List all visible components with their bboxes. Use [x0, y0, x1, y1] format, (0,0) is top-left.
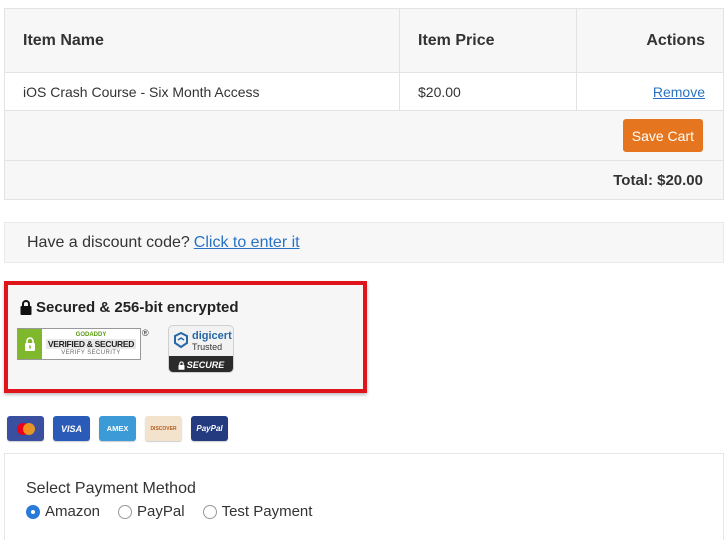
discount-link[interactable]: Click to enter it — [194, 234, 300, 252]
item-name: iOS Crash Course - Six Month Access — [5, 73, 400, 110]
paypal-icon: PayPal — [191, 416, 228, 441]
security-title-text: Secured & 256-bit encrypted — [36, 299, 239, 316]
cart-table: Item Name Item Price Actions iOS Crash C… — [4, 8, 724, 200]
godaddy-verify: VERIFY SECURITY — [61, 350, 121, 357]
payment-title: Select Payment Method — [26, 480, 196, 497]
item-price: $20.00 — [400, 73, 577, 110]
digicert-name: digicert — [192, 329, 232, 342]
digicert-secure: SECURE — [186, 360, 225, 370]
lock-icon — [20, 300, 32, 315]
digicert-trusted: Trusted — [192, 341, 223, 352]
registered-mark: ® — [142, 328, 149, 338]
radio-button[interactable] — [202, 504, 217, 519]
remove-link[interactable]: Remove — [653, 84, 705, 100]
radio-button-selected[interactable] — [26, 504, 40, 519]
header-item-price: Item Price — [400, 9, 577, 72]
mastercard-icon — [7, 416, 44, 441]
digicert-logo-icon — [174, 332, 188, 349]
radio-label: PayPal — [137, 503, 185, 520]
discount-text: Have a discount code? — [27, 233, 190, 251]
total-row: Total: $20.00 — [5, 161, 723, 199]
digicert-seal[interactable]: digicert Trusted SECURE — [168, 325, 234, 373]
digicert-top: digicert Trusted — [169, 326, 233, 356]
small-lock-icon — [178, 360, 185, 370]
radio-test-payment[interactable]: Test Payment — [202, 503, 313, 520]
godaddy-text: GODADDY VERIFIED & SECURED VERIFY SECURI… — [42, 329, 140, 359]
header-item-name: Item Name — [5, 9, 400, 72]
radio-amazon[interactable]: Amazon — [26, 503, 100, 520]
godaddy-seal[interactable]: GODADDY VERIFIED & SECURED VERIFY SECURI… — [17, 328, 141, 360]
godaddy-lock-icon — [18, 329, 42, 359]
payment-method-panel: Select Payment Method Amazon PayPal Test… — [4, 453, 724, 540]
radio-label: Test Payment — [221, 503, 313, 520]
amex-icon: AMEX — [99, 416, 136, 441]
table-row: iOS Crash Course - Six Month Access $20.… — [5, 73, 723, 111]
actions-cell: Remove — [577, 73, 723, 110]
radio-button[interactable] — [118, 504, 133, 519]
godaddy-brand: GODADDY — [75, 331, 107, 338]
save-cart-button[interactable]: Save Cart — [622, 119, 703, 152]
discount-bar: Have a discount code? Click to enter it — [4, 222, 724, 263]
card-icons: VISA AMEX DISCOVER PayPal — [7, 416, 237, 441]
radio-label: Amazon — [45, 503, 101, 520]
godaddy-verified: VERIFIED & SECURED — [45, 338, 137, 350]
payment-options: Amazon PayPal Test Payment — [26, 503, 330, 520]
cart-header-row: Item Name Item Price Actions — [5, 9, 723, 73]
cart-total: Total: $20.00 — [613, 171, 703, 189]
visa-icon: VISA — [53, 416, 90, 441]
radio-paypal[interactable]: PayPal — [118, 503, 185, 520]
digicert-secure-bar: SECURE — [169, 356, 233, 372]
save-row: Save Cart — [5, 111, 723, 161]
header-actions: Actions — [646, 31, 705, 49]
security-title: Secured & 256-bit encrypted — [20, 299, 239, 316]
security-box: Secured & 256-bit encrypted GODADDY VERI… — [4, 281, 367, 393]
discover-icon: DISCOVER — [145, 416, 182, 441]
